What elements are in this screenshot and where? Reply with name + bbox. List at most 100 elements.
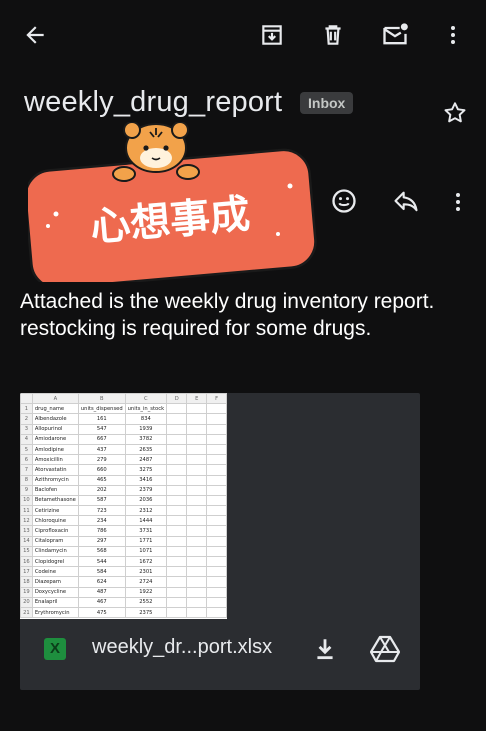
reply-icon (394, 191, 418, 212)
sheet-empty-cell (206, 464, 227, 476)
add-reaction-button[interactable] (330, 187, 358, 215)
sheet-empty-cell (206, 566, 227, 578)
sheet-cell: Amoxicillin (31, 454, 79, 466)
sheet-row-number: 18 (20, 576, 33, 588)
sheet-cell: 467 (77, 596, 126, 608)
sheet-column-letters: ABCDEF (20, 393, 227, 405)
download-button[interactable] (312, 636, 338, 662)
sheet-cell: 487 (77, 586, 126, 598)
sheet-empty-cell (186, 545, 208, 558)
sheet-row-number: 3 (20, 423, 33, 435)
sheet-empty-cell (166, 423, 188, 435)
sheet-row-number: 11 (20, 505, 33, 517)
delete-button[interactable] (316, 18, 350, 52)
sheet-empty-cell (206, 596, 227, 608)
archive-icon (262, 25, 282, 45)
sheet-empty-cell (206, 545, 227, 558)
sheet-row-number: 6 (20, 454, 33, 466)
reply-button[interactable] (392, 188, 420, 216)
sheet-cell: 2379 (124, 484, 168, 496)
sheet-row-number: 9 (20, 484, 33, 496)
sheet-cell: 2036 (124, 494, 168, 507)
sheet-cell: 1939 (124, 423, 168, 435)
more-vert-icon (456, 193, 460, 211)
star-button[interactable] (442, 100, 470, 128)
sheet-cell: 834 (124, 413, 168, 425)
message-more-button[interactable] (446, 188, 470, 216)
sheet-row: 12 Chloroquine 234 1444 (20, 515, 227, 527)
sheet-empty-cell (166, 443, 188, 456)
sheet-empty-cell (206, 586, 227, 598)
sheet-row-number: 4 (20, 433, 33, 445)
sheet-row-number: 21 (20, 606, 33, 619)
save-to-drive-button[interactable] (369, 635, 401, 663)
sheet-empty-cell (166, 555, 188, 568)
more-vert-icon (451, 26, 455, 44)
sheet-empty-cell (186, 566, 208, 578)
sheet-empty-cell (166, 606, 188, 619)
sheet-row: 3 Allopurinol 547 1939 (20, 423, 227, 435)
sheet-empty-cell (186, 525, 208, 537)
sheet-row: 17 Codeine 584 2301 (20, 566, 227, 578)
sheet-row-number: 15 (20, 545, 33, 558)
sheet-header-row: 1 drug_name units_dispensed units_in_stock (20, 403, 227, 415)
sheet-empty-cell (166, 484, 188, 496)
sheet-empty-cell (186, 474, 208, 486)
sheet-row: 2 Albendazole 161 834 (20, 413, 227, 425)
sheet-column-letter: A (31, 393, 79, 405)
sheet-cell: Citalopram (31, 535, 79, 547)
sheet-cell: 547 (77, 423, 126, 435)
sheet-row-number: 10 (20, 494, 33, 507)
sheet-header-cell: units_dispensed (77, 403, 126, 415)
sheet-row-number: 12 (20, 515, 33, 527)
attachment-file-name: weekly_dr...port.xlsx (92, 636, 273, 658)
sheet-cell: 437 (77, 443, 126, 456)
sheet-row: 8 Azithromycin 465 3416 (20, 474, 227, 486)
sheet-row: 6 Amoxicillin 279 2487 (20, 454, 227, 466)
sheet-cell: Atorvastatin (31, 464, 79, 476)
sheet-empty-cell (186, 433, 208, 445)
sheet-cell: Codeine (31, 566, 79, 578)
sheet-cell: Betamethasone (31, 494, 79, 507)
more-options-button[interactable] (436, 18, 470, 52)
sheet-cell: 475 (77, 606, 126, 619)
sheet-column-letter: D (166, 393, 188, 405)
sheet-empty-cell (166, 545, 188, 558)
sheet-empty-cell (186, 606, 208, 619)
inbox-label-badge[interactable]: Inbox (300, 92, 354, 114)
sheet-empty-cell (206, 555, 227, 568)
sheet-cell: 297 (77, 535, 126, 547)
sheet-empty-cell (186, 494, 208, 507)
attachment-card[interactable]: A B C D E F 1 drug_name units_dispensed units_in_… (20, 393, 420, 690)
sheet-empty-cell (166, 494, 188, 507)
sheet-row: 14 Citalopram 297 1771 (20, 535, 227, 547)
trash-icon (325, 25, 341, 45)
sheet-cell: Cetirizine (31, 505, 79, 517)
sheet-column-letter: F (206, 393, 227, 405)
sheet-empty-cell (186, 515, 208, 527)
sheet-cell: 1922 (124, 586, 168, 598)
sheet-header-cell: units_in_stock (124, 403, 168, 415)
back-button[interactable] (18, 18, 52, 52)
sheet-row-number: 14 (20, 535, 33, 547)
sheet-column-letter: B (77, 393, 126, 405)
sheet-empty-cell (186, 596, 208, 608)
sheet-cell: Diazepam (31, 576, 79, 588)
sheet-row: 18 Diazepam 624 2724 (20, 576, 227, 588)
mark-unread-button[interactable] (378, 18, 412, 52)
sheet-row-number: 7 (20, 464, 33, 476)
sheet-cell: 624 (77, 576, 126, 588)
sheet-row-number: 19 (20, 586, 33, 598)
sheet-empty-cell (206, 474, 227, 486)
sheet-row: 11 Cetirizine 723 2312 (20, 505, 227, 517)
sheet-empty-cell (166, 566, 188, 578)
archive-button[interactable] (255, 18, 289, 52)
attachment-file-row[interactable]: X weekly_dr...port.xlsx (20, 619, 420, 690)
sheet-cell: 161 (77, 413, 126, 425)
sheet-cell: 279 (77, 454, 126, 466)
sheet-cell: 202 (77, 484, 126, 496)
sheet-cell: 2487 (124, 454, 168, 466)
back-arrow-icon (26, 26, 44, 44)
sheet-empty-cell (166, 596, 188, 608)
sheet-empty-cell (166, 535, 188, 547)
